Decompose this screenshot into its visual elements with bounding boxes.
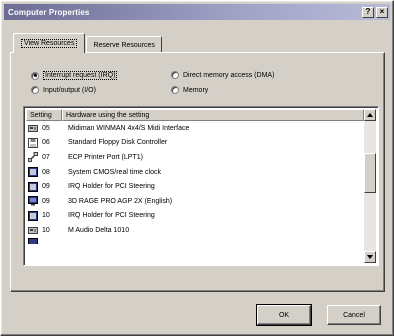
- radio-button[interactable]: [31, 71, 39, 80]
- column-header-hardware[interactable]: Hardware using the setting: [62, 109, 364, 121]
- tab-view-resources[interactable]: View Resources: [13, 33, 86, 53]
- radio-label: Input/output (I/O): [43, 86, 96, 94]
- list-scrollbar[interactable]: [364, 109, 376, 263]
- printer-port-icon: [28, 152, 38, 163]
- setting-value: 08: [42, 168, 50, 176]
- column-header-setting[interactable]: Setting: [26, 109, 62, 121]
- system-device-icon: [28, 181, 38, 192]
- tab-reserve-resources[interactable]: Reserve Resources: [86, 36, 162, 53]
- list-rows: 05 Midiman WINMAN 4x4/S Midi Interface 0…: [26, 121, 364, 244]
- sound-card-icon: [28, 225, 38, 235]
- hardware-name: ECP Printer Port (LPT1): [68, 153, 143, 161]
- radio-button[interactable]: [171, 71, 179, 79]
- list-item[interactable]: 06 Standard Floppy Disk Controller: [26, 136, 364, 151]
- hardware-name: Standard Floppy Disk Controller: [68, 139, 168, 147]
- setting-value: 07: [42, 153, 50, 161]
- title-bar[interactable]: Computer Properties ? ×: [4, 4, 390, 20]
- list-item[interactable]: 09 IRQ Holder for PCI Steering: [26, 179, 364, 194]
- radio-irq[interactable]: Interrupt request (IRQ): [31, 71, 118, 80]
- hardware-name: System CMOS/real time clock: [68, 168, 161, 176]
- system-device-icon: [28, 237, 38, 244]
- radio-label: Memory: [183, 86, 209, 94]
- arrow-up-icon: [367, 113, 373, 117]
- scroll-up-button[interactable]: [364, 109, 376, 121]
- list-item[interactable]: 10 M Audio Delta 1010: [26, 223, 364, 238]
- hardware-name: Midiman WINMAN 4x4/S Midi Interface: [68, 124, 190, 132]
- list-header: Setting Hardware using the setting: [26, 109, 364, 121]
- tab-label: Reserve Resources: [93, 41, 155, 49]
- setting-value: 10: [42, 212, 50, 220]
- arrow-down-icon: [367, 255, 373, 259]
- close-button[interactable]: ×: [376, 6, 388, 18]
- scrollbar-thumb[interactable]: [364, 153, 376, 193]
- floppy-controller-icon: [28, 137, 38, 148]
- tab-label: View Resources: [21, 39, 78, 48]
- list-item-partial[interactable]: [26, 237, 364, 244]
- radio-io[interactable]: Input/output (I/O): [31, 86, 96, 94]
- display-adapter-icon: [28, 196, 38, 206]
- radio-label: Interrupt request (IRQ): [43, 71, 118, 80]
- list-item[interactable]: 09 3D RAGE PRO AGP 2X (English): [26, 194, 364, 209]
- system-device-icon: [28, 210, 38, 221]
- setting-value: 05: [42, 124, 50, 132]
- ok-button[interactable]: OK: [256, 304, 312, 326]
- setting-value: 09: [42, 197, 50, 205]
- radio-button[interactable]: [171, 86, 179, 94]
- hardware-name: 3D RAGE PRO AGP 2X (English): [68, 197, 173, 205]
- hardware-name: M Audio Delta 1010: [68, 226, 130, 234]
- hardware-name: IRQ Holder for PCI Steering: [68, 183, 155, 191]
- cancel-button[interactable]: Cancel: [327, 305, 381, 325]
- radio-label: Direct memory access (DMA): [183, 71, 275, 79]
- radio-button[interactable]: [31, 86, 39, 94]
- tab-strip: View Resources Reserve Resources: [13, 33, 163, 53]
- radio-dma[interactable]: Direct memory access (DMA): [171, 71, 274, 79]
- list-item[interactable]: 10 IRQ Holder for PCI Steering: [26, 209, 364, 224]
- resource-list[interactable]: Setting Hardware using the setting 05 Mi…: [23, 106, 379, 266]
- list-item[interactable]: 05 Midiman WINMAN 4x4/S Midi Interface: [26, 121, 364, 136]
- setting-value: 06: [42, 139, 50, 147]
- hardware-name: IRQ Holder for PCI Steering: [68, 212, 155, 220]
- window-title: Computer Properties: [8, 7, 90, 17]
- scroll-down-button[interactable]: [364, 251, 376, 263]
- system-device-icon: [28, 167, 38, 178]
- setting-value: 09: [42, 183, 50, 191]
- list-item[interactable]: 07 ECP Printer Port (LPT1): [26, 150, 364, 165]
- computer-properties-window: Computer Properties ? × View Resources R…: [0, 0, 394, 336]
- setting-value: 10: [42, 226, 50, 234]
- list-item[interactable]: 08 System CMOS/real time clock: [26, 165, 364, 180]
- help-button[interactable]: ?: [362, 6, 374, 18]
- sound-card-icon: [28, 123, 38, 133]
- radio-memory[interactable]: Memory: [171, 86, 208, 94]
